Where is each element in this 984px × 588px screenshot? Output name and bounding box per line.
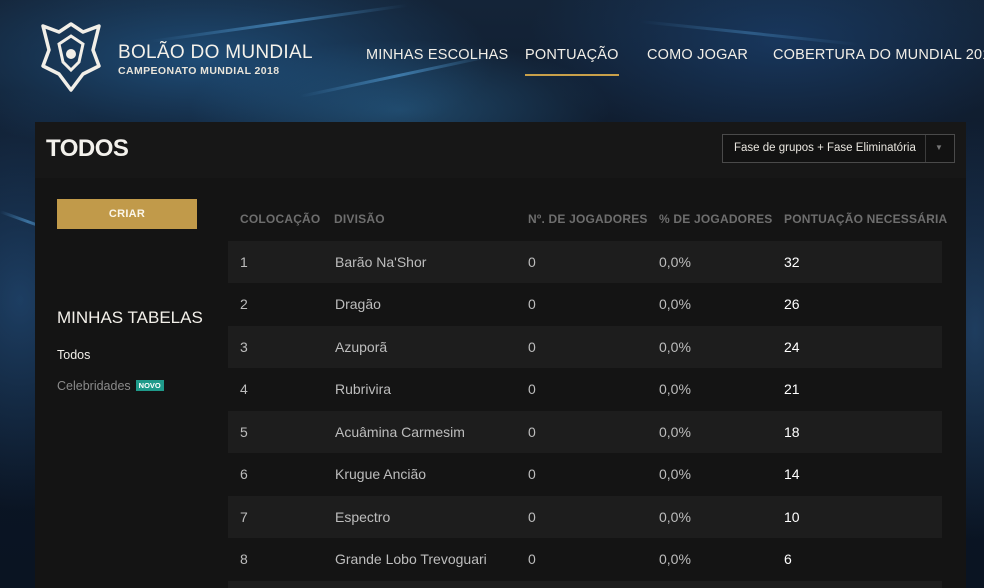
- cell-rank: 5: [240, 424, 248, 440]
- chevron-down-icon: ▼: [935, 143, 943, 152]
- cell-division: Dragão: [335, 296, 381, 312]
- cell-points: 21: [784, 381, 800, 397]
- cell-rank: 6: [240, 466, 248, 482]
- nav-minhas-escolhas[interactable]: MINHAS ESCOLHAS: [366, 47, 508, 63]
- column-header-points: PONTUAÇÃO NECESSÁRIA: [784, 212, 948, 226]
- cell-points: 6: [784, 551, 792, 567]
- cell-points: 32: [784, 254, 800, 270]
- column-header-rank: COLOCAÇÃO: [240, 212, 321, 226]
- column-header-percent: % DE JOGADORES: [659, 212, 773, 226]
- cell-players: 0: [528, 551, 536, 567]
- cell-percent: 0,0%: [659, 509, 691, 525]
- worlds-logo-icon[interactable]: [37, 22, 105, 92]
- cell-points: 26: [784, 296, 800, 312]
- cell-percent: 0,0%: [659, 381, 691, 397]
- select-divider: [925, 135, 926, 162]
- column-header-division: DIVISÃO: [334, 212, 385, 226]
- cell-points: 24: [784, 339, 800, 355]
- cell-percent: 0,0%: [659, 551, 691, 567]
- brand-subtitle: CAMPEONATO MUNDIAL 2018: [118, 65, 280, 77]
- cell-rank: 2: [240, 296, 248, 312]
- cell-players: 0: [528, 254, 536, 270]
- table-row: [228, 581, 942, 588]
- table-row: 4 Rubrivira 0 0,0% 21: [228, 368, 942, 410]
- table-row: 1 Barão Na'Shor 0 0,0% 32: [228, 241, 942, 283]
- nav-pontuacao[interactable]: PONTUAÇÃO: [525, 47, 619, 76]
- table-row: 2 Dragão 0 0,0% 26: [228, 283, 942, 325]
- cell-percent: 0,0%: [659, 254, 691, 270]
- cell-division: Krugue Ancião: [335, 466, 427, 482]
- cell-division: Espectro: [335, 509, 391, 525]
- cell-division: Azuporã: [335, 339, 388, 355]
- cell-rank: 7: [240, 509, 248, 525]
- cell-players: 0: [528, 509, 536, 525]
- cell-rank: 8: [240, 551, 248, 567]
- table-row: 6 Krugue Ancião 0 0,0% 14: [228, 453, 942, 495]
- cell-division: Barão Na'Shor: [335, 254, 427, 270]
- site-header: BOLÃO DO MUNDIAL CAMPEONATO MUNDIAL 2018…: [0, 0, 984, 120]
- cell-players: 0: [528, 339, 536, 355]
- table-row: 7 Espectro 0 0,0% 10: [228, 496, 942, 538]
- cell-rank: 4: [240, 381, 248, 397]
- my-tables-heading: MINHAS TABELAS: [57, 308, 203, 327]
- cell-division: Grande Lobo Trevoguari: [335, 551, 487, 567]
- cell-rank: 3: [240, 339, 248, 355]
- cell-percent: 0,0%: [659, 424, 691, 440]
- sidebar-item-label: Celebridades: [57, 379, 131, 393]
- sidebar-item-celebridades[interactable]: Celebridades NOVO: [57, 379, 164, 393]
- cell-players: 0: [528, 381, 536, 397]
- scores-panel: TODOS Fase de grupos + Fase Eliminatória…: [35, 122, 966, 588]
- cell-players: 0: [528, 296, 536, 312]
- table-row: 3 Azuporã 0 0,0% 24: [228, 326, 942, 368]
- nav-cobertura-label: COBERTURA DO MUNDIAL 2018: [773, 47, 984, 63]
- brand-title: BOLÃO DO MUNDIAL: [118, 42, 313, 63]
- nav-como-jogar[interactable]: COMO JOGAR: [647, 47, 748, 63]
- cell-division: Rubrivira: [335, 381, 392, 397]
- cell-percent: 0,0%: [659, 339, 691, 355]
- phase-select[interactable]: Fase de grupos + Fase Eliminatória ▼: [722, 134, 955, 163]
- cell-percent: 0,0%: [659, 466, 691, 482]
- nav-cobertura[interactable]: COBERTURA DO MUNDIAL 2018↗: [773, 47, 984, 63]
- new-badge: NOVO: [135, 380, 164, 391]
- sidebar-item-todos[interactable]: Todos: [57, 348, 90, 362]
- cell-percent: 0,0%: [659, 296, 691, 312]
- cell-points: 14: [784, 466, 800, 482]
- table-row: 5 Acuâmina Carmesim 0 0,0% 18: [228, 411, 942, 453]
- panel-header: TODOS Fase de grupos + Fase Eliminatória…: [35, 122, 966, 178]
- phase-select-value: Fase de grupos + Fase Eliminatória: [734, 142, 916, 154]
- column-header-players: Nº. DE JOGADORES: [528, 212, 648, 226]
- cell-players: 0: [528, 466, 536, 482]
- panel-title: TODOS: [46, 135, 129, 162]
- cell-rank: 1: [240, 254, 248, 270]
- table-row: 8 Grande Lobo Trevoguari 0 0,0% 6: [228, 538, 942, 580]
- cell-division: Acuâmina Carmesim: [335, 424, 465, 440]
- create-button[interactable]: CRIAR: [57, 199, 197, 229]
- cell-points: 18: [784, 424, 800, 440]
- cell-points: 10: [784, 509, 800, 525]
- cell-players: 0: [528, 424, 536, 440]
